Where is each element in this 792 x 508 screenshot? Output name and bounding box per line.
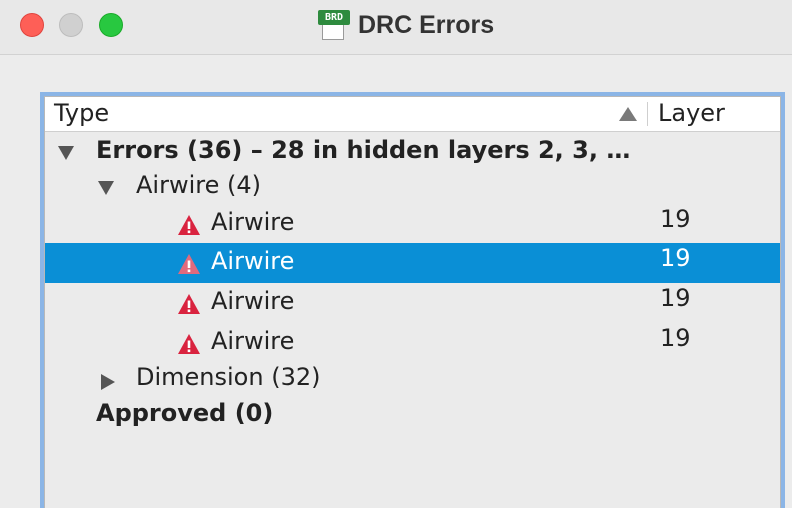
approved-group-label: Approved (0) xyxy=(96,399,274,427)
close-window-button[interactable] xyxy=(20,13,44,37)
tree-row-airwire-item-selected[interactable]: Airwire 19 xyxy=(45,243,780,283)
window-title-group: BRD DRC Errors xyxy=(318,8,494,42)
dimension-group-label: Dimension (32) xyxy=(136,363,321,391)
tree-row-airwire-item[interactable]: Airwire 19 xyxy=(45,204,780,244)
disclosure-collapsed-icon[interactable] xyxy=(101,374,115,390)
tree-row-errors[interactable]: Errors (36) – 28 in hidden layers 2, 3, … xyxy=(45,132,780,172)
column-header-layer[interactable]: Layer xyxy=(658,99,725,127)
warning-icon xyxy=(178,215,200,235)
tree-row-dimension-group[interactable]: Dimension (32) xyxy=(45,363,780,403)
tree-row-airwire-group[interactable]: Airwire (4) xyxy=(45,168,780,208)
drc-errors-tree-panel[interactable]: Type Layer Errors (36) – 28 in hidden la… xyxy=(40,92,785,508)
airwire-item-label: Airwire xyxy=(211,208,295,236)
table-header: Type Layer xyxy=(45,97,780,132)
tree-row-airwire-item[interactable]: Airwire 19 xyxy=(45,323,780,363)
errors-group-label: Errors (36) – 28 in hidden layers 2, 3, … xyxy=(96,136,631,164)
disclosure-expanded-icon[interactable] xyxy=(58,146,74,160)
column-header-type[interactable]: Type xyxy=(54,99,109,127)
brd-file-icon: BRD xyxy=(318,10,350,40)
layer-value: 19 xyxy=(660,324,691,352)
airwire-item-label: Airwire xyxy=(211,247,295,275)
window-title: DRC Errors xyxy=(358,10,495,39)
tree-row-airwire-item[interactable]: Airwire 19 xyxy=(45,283,780,323)
layer-value: 19 xyxy=(660,244,691,272)
warning-icon xyxy=(178,334,200,354)
layer-value: 19 xyxy=(660,205,691,233)
airwire-item-label: Airwire xyxy=(211,327,295,355)
title-bar: BRD DRC Errors xyxy=(0,0,792,55)
disclosure-expanded-icon[interactable] xyxy=(98,181,114,195)
layer-value: 19 xyxy=(660,284,691,312)
warning-icon xyxy=(178,294,200,314)
sort-ascending-icon[interactable] xyxy=(619,107,637,121)
column-divider[interactable] xyxy=(647,102,648,126)
tree-row-approved[interactable]: Approved (0) xyxy=(45,399,780,439)
airwire-item-label: Airwire xyxy=(211,287,295,315)
airwire-group-label: Airwire (4) xyxy=(136,171,261,199)
warning-icon xyxy=(178,254,200,274)
zoom-window-button[interactable] xyxy=(99,13,123,37)
drc-errors-window: BRD DRC Errors Type Layer Errors (36) – … xyxy=(0,0,792,508)
minimize-window-button[interactable] xyxy=(59,13,83,37)
